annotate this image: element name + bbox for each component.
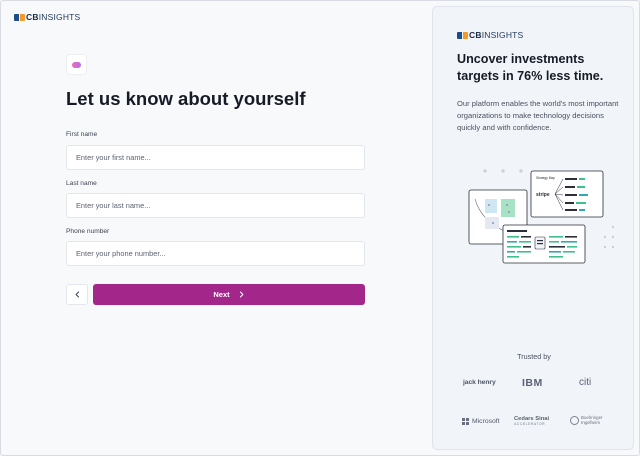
cb-insights-logo[interactable]: CBINSIGHTS (14, 12, 80, 22)
product-illustration: Strategy Map stripe (468, 169, 615, 264)
last-name-label: Last name (66, 180, 97, 187)
logo-light-text: INSIGHTS (481, 30, 524, 40)
logo-bold-text: CB (26, 12, 39, 22)
phone-number-label: Phone number (66, 228, 110, 235)
boehringer-emblem-icon (570, 415, 579, 425)
cedars-accelerator-text: ACCELERATOR (514, 422, 546, 426)
stripe-logo-text: stripe (536, 192, 550, 198)
boehringer-ingelheim-logo: Boehringer Ingelheim (570, 415, 602, 425)
cedars-sinai-logo: Cedars Sinai ACCELERATOR (514, 416, 549, 426)
marketing-panel: CBINSIGHTS Uncover investments targets i… (432, 6, 634, 450)
jack-henry-logo: jack henry (463, 379, 496, 386)
microsoft-logo: Microsoft (462, 418, 500, 425)
first-name-label: First name (66, 131, 98, 138)
chevron-left-icon (75, 291, 79, 298)
next-button[interactable]: Next (93, 284, 365, 305)
next-button-label: Next (213, 290, 230, 299)
cb-logo-mark-icon (457, 31, 468, 39)
cb-logo-mark-icon (14, 13, 25, 21)
strategy-map-title: Strategy Map (536, 176, 555, 180)
ibm-logo: IBM (522, 377, 543, 389)
app-badge-icon (66, 54, 87, 75)
last-name-input[interactable] (66, 193, 365, 218)
panel-heading: Uncover investments targets in 76% less … (457, 52, 604, 83)
microsoft-logo-text: Microsoft (472, 418, 500, 425)
ingelheim-text: Ingelheim (581, 420, 601, 425)
chevron-right-icon (238, 291, 245, 298)
panel-description: Our platform enables the world's most im… (457, 99, 619, 133)
logo-light-text: INSIGHTS (38, 12, 81, 22)
trusted-by-label: Trusted by (517, 352, 551, 361)
microsoft-grid-icon (462, 418, 469, 425)
back-button[interactable] (66, 284, 88, 305)
citi-logo: citi (579, 377, 592, 388)
phone-number-input[interactable] (66, 241, 365, 266)
panel-cb-insights-logo: CBINSIGHTS (457, 30, 523, 40)
page-title: Let us know about yourself (66, 88, 306, 109)
logo-bold-text: CB (469, 30, 482, 40)
first-name-input[interactable] (66, 145, 365, 170)
